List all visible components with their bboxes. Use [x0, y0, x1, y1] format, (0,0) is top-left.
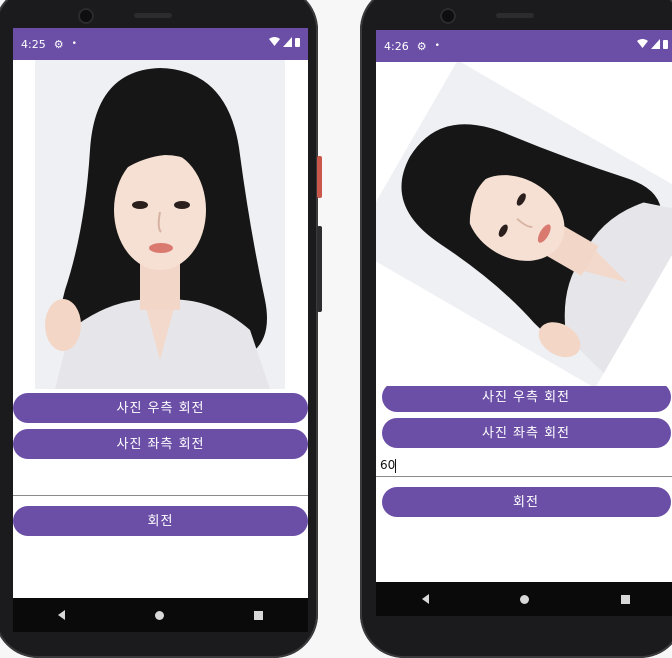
- portrait-photo: [35, 60, 285, 389]
- volume-button: [317, 226, 322, 312]
- photo-image-view: [376, 62, 672, 386]
- angle-input[interactable]: [13, 471, 308, 496]
- signal-icon: [283, 37, 292, 47]
- battery-icon: [663, 40, 668, 49]
- power-button: [317, 156, 322, 198]
- back-icon[interactable]: [421, 594, 429, 604]
- rotate-left-button[interactable]: 사진 좌측 회전: [13, 429, 308, 459]
- earpiece-speaker: [134, 13, 172, 18]
- gear-icon: ⚙: [53, 37, 64, 51]
- home-icon[interactable]: [155, 610, 164, 620]
- status-bar: 4:25 ⚙ •: [13, 28, 308, 60]
- status-time: 4:26: [384, 39, 409, 53]
- rotate-right-button[interactable]: 사진 우측 회전: [381, 382, 671, 412]
- text-cursor: [395, 458, 397, 473]
- phone-left: 4:25 ⚙ • 사진 우측 회전 사진 좌측 회전 회전: [0, 0, 322, 658]
- earpiece-speaker: [496, 13, 534, 18]
- phone-right: 4:26 ⚙ • 사진 우측 회전 사진 좌측 회전 60 회전: [360, 0, 672, 658]
- recents-icon[interactable]: [621, 594, 631, 604]
- status-time: 4:25: [21, 37, 46, 51]
- app-screen: 4:26 ⚙ • 사진 우측 회전 사진 좌측 회전 60 회전: [376, 30, 672, 616]
- photo-image-view: [13, 60, 308, 389]
- battery-icon: [295, 38, 300, 47]
- rotate-button[interactable]: 회전: [13, 506, 308, 536]
- angle-input[interactable]: 60: [376, 452, 672, 477]
- front-camera: [440, 8, 456, 24]
- rotated-portrait-photo: [376, 62, 672, 386]
- status-bar: 4:26 ⚙ •: [376, 30, 672, 62]
- recents-icon[interactable]: [254, 610, 263, 620]
- app-screen: 4:25 ⚙ • 사진 우측 회전 사진 좌측 회전 회전: [13, 28, 308, 632]
- rotate-left-button[interactable]: 사진 좌측 회전: [381, 418, 671, 448]
- notification-dot-icon: •: [71, 39, 77, 49]
- gear-icon: ⚙: [416, 39, 427, 53]
- navigation-bar: [13, 598, 308, 632]
- rotate-button[interactable]: 회전: [381, 487, 671, 517]
- back-icon[interactable]: [58, 610, 65, 620]
- navigation-bar: [376, 582, 672, 616]
- home-icon[interactable]: [520, 594, 530, 604]
- signal-icon: [651, 39, 660, 49]
- wifi-icon: [637, 39, 648, 48]
- front-camera: [78, 8, 94, 24]
- angle-input-value: 60: [380, 458, 396, 472]
- wifi-icon: [269, 37, 280, 46]
- notification-dot-icon: •: [434, 41, 440, 51]
- rotate-right-button[interactable]: 사진 우측 회전: [13, 393, 308, 423]
